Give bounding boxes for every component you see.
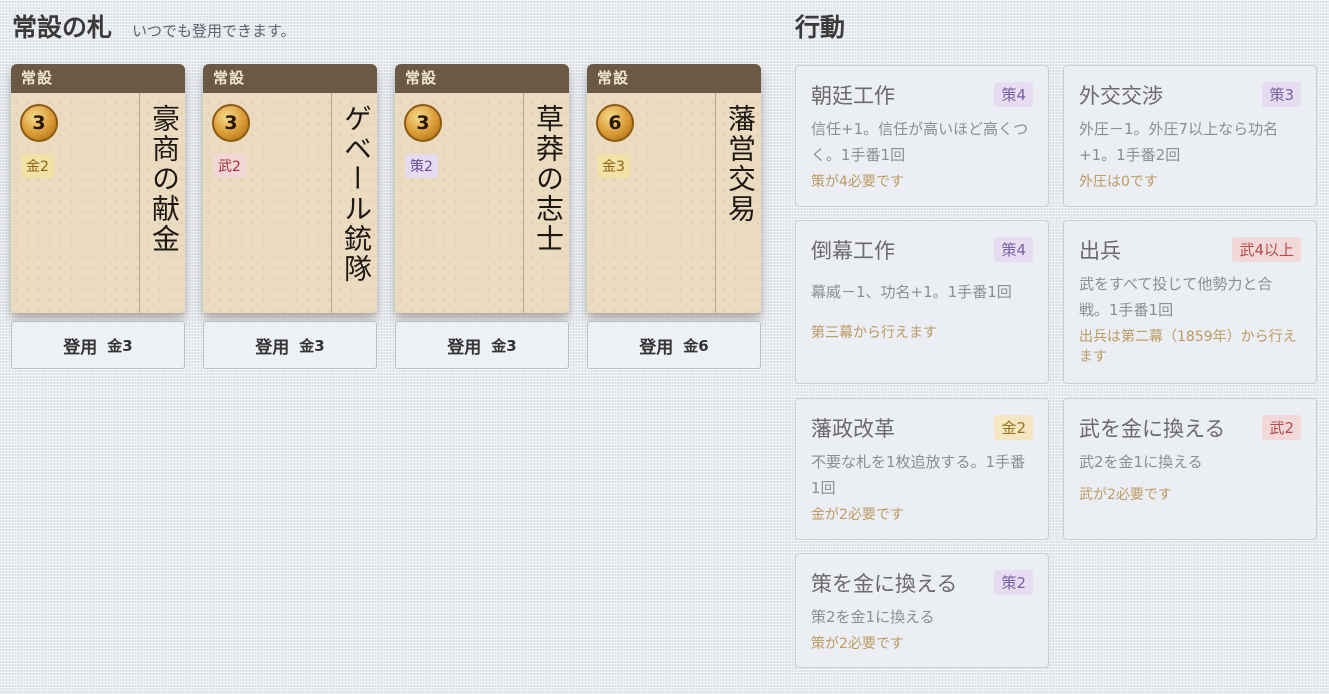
card-hanei-koeki[interactable]: 常設 6 金3 藩営交易 <box>587 64 761 313</box>
card-gewehr-jutai[interactable]: 常設 3 武2 ゲベール銃隊 <box>203 64 377 313</box>
action-description: 幕威－1、功名+1。1手番1回 <box>811 283 1012 301</box>
action-chotei-kosaku[interactable]: 朝廷工作 策4 信任+1。信任が高いほど高くつく。1手番1回 策が4必要です <box>795 65 1049 207</box>
action-note: 第三幕から行えます <box>811 325 937 341</box>
card-divider <box>139 93 140 313</box>
card-requirement: 策2 <box>405 154 438 178</box>
action-cost-badge: 金2 <box>994 415 1033 440</box>
card-requirement: 金3 <box>597 154 630 178</box>
hire-button-gewehr[interactable]: 登用 金3 <box>203 321 377 369</box>
card-requirement: 金2 <box>21 154 54 178</box>
actions-header: 行動 <box>795 8 845 44</box>
hire-button-gosho[interactable]: 登用 金3 <box>11 321 185 369</box>
card-requirement: 武2 <box>213 154 246 178</box>
card-tag: 常設 <box>203 64 377 93</box>
card-tag: 常設 <box>587 64 761 93</box>
action-cost-badge: 武2 <box>1262 415 1301 440</box>
hire-cost: 金3 <box>299 336 325 355</box>
permanent-cards-subtitle: いつでも登用できます。 <box>132 22 296 40</box>
action-mil-to-gold[interactable]: 武を金に換える 武2 武2を金1に換える 武が2必要です <box>1063 398 1317 540</box>
hire-cost: 金3 <box>491 336 517 355</box>
cost-coin-icon: 3 <box>404 104 442 142</box>
hire-cost: 金6 <box>683 336 709 355</box>
action-cost-badge: 策2 <box>994 570 1033 595</box>
action-description: 武2を金1に換える <box>1079 453 1203 471</box>
action-note: 外圧は0です <box>1079 174 1158 190</box>
action-description: 外圧－1。外圧7以上なら功名+1。1手番2回 <box>1079 120 1279 164</box>
cost-coin-icon: 3 <box>212 104 250 142</box>
hire-label: 登用 <box>63 337 98 358</box>
card-divider <box>331 93 332 313</box>
action-gaiko-kosho[interactable]: 外交交渉 策3 外圧－1。外圧7以上なら功名+1。1手番2回 外圧は0です <box>1063 65 1317 207</box>
action-description: 武をすべて投じて他勢力と合戦。1手番1回 <box>1079 275 1273 319</box>
card-somo-no-shishi[interactable]: 常設 3 策2 草莽の志士 <box>395 64 569 313</box>
card-divider <box>523 93 524 313</box>
action-note: 金が2必要です <box>811 507 904 523</box>
cost-coin-icon: 3 <box>20 104 58 142</box>
hire-cost: 金3 <box>107 336 133 355</box>
actions-title: 行動 <box>795 13 846 42</box>
card-name: 草莽の志士 <box>532 104 565 254</box>
action-description: 信任+1。信任が高いほど高くつく。1手番1回 <box>811 120 1029 164</box>
hire-button-somo[interactable]: 登用 金3 <box>395 321 569 369</box>
card-name: 藩営交易 <box>724 104 757 224</box>
permanent-cards-title: 常設の札 <box>12 13 113 42</box>
action-note: 出兵は第二幕（1859年）から行えます <box>1079 329 1297 365</box>
action-description: 不要な札を1枚追放する。1手番1回 <box>811 453 1026 497</box>
card-divider <box>715 93 716 313</box>
cost-coin-icon: 6 <box>596 104 634 142</box>
action-cost-badge: 武4以上 <box>1232 237 1301 262</box>
action-cost-badge: 策3 <box>1262 82 1301 107</box>
action-strat-to-gold[interactable]: 策を金に換える 策2 策2を金1に換える 策が2必要です <box>795 553 1049 668</box>
card-gosho-no-kenkin[interactable]: 常設 3 金2 豪商の献金 <box>11 64 185 313</box>
action-shuppei[interactable]: 出兵 武4以上 武をすべて投じて他勢力と合戦。1手番1回 出兵は第二幕（1859… <box>1063 220 1317 384</box>
action-note: 策が4必要です <box>811 174 904 190</box>
action-description: 策2を金1に換える <box>811 608 935 626</box>
card-name: 豪商の献金 <box>148 104 181 254</box>
card-tag: 常設 <box>11 64 185 93</box>
hire-label: 登用 <box>447 337 482 358</box>
card-name: ゲベール銃隊 <box>340 104 373 284</box>
action-hansei-kaikaku[interactable]: 藩政改革 金2 不要な札を1枚追放する。1手番1回 金が2必要です <box>795 398 1049 540</box>
action-tobaku-kosaku[interactable]: 倒幕工作 策4 幕威－1、功名+1。1手番1回 第三幕から行えます <box>795 220 1049 384</box>
action-note: 策が2必要です <box>811 636 904 652</box>
hire-button-hanei[interactable]: 登用 金6 <box>587 321 761 369</box>
hire-label: 登用 <box>255 337 290 358</box>
card-tag: 常設 <box>395 64 569 93</box>
permanent-cards-header: 常設の札 いつでも登用できます。 <box>12 8 296 44</box>
action-cost-badge: 策4 <box>994 237 1033 262</box>
action-note: 武が2必要です <box>1079 487 1172 503</box>
hire-label: 登用 <box>639 337 674 358</box>
action-cost-badge: 策4 <box>994 82 1033 107</box>
